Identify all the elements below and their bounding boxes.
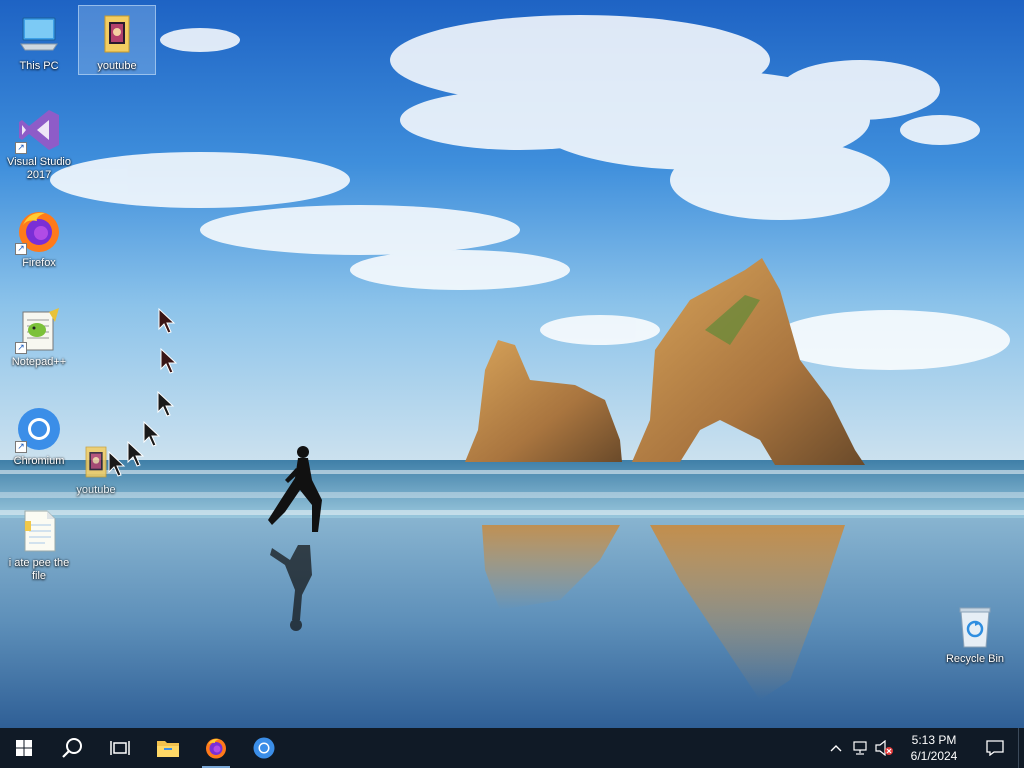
chromium-icon: ↗ <box>15 405 63 453</box>
this-pc-icon <box>15 10 63 58</box>
shortcut-arrow-icon: ↗ <box>15 441 27 453</box>
search-icon <box>62 738 82 758</box>
desktop-icon-label: youtube <box>76 484 116 496</box>
desktop-icon-label: This PC <box>19 60 59 72</box>
desktop-icon-youtube-folder[interactable]: youtube <box>78 5 156 75</box>
volume-button[interactable] <box>872 728 896 768</box>
windows-start-icon <box>16 740 32 756</box>
system-tray: 5:13 PM 6/1/2024 <box>824 728 1024 768</box>
show-hidden-icons-button[interactable] <box>824 728 848 768</box>
chevron-up-icon <box>830 745 842 752</box>
mouse-cursor-icon <box>157 391 175 417</box>
network-button[interactable] <box>848 728 872 768</box>
mouse-cursor-icon <box>160 348 178 374</box>
desktop-icon-recycle-bin[interactable]: Recycle Bin <box>937 599 1013 666</box>
chromium-icon <box>253 737 275 759</box>
volume-muted-icon <box>875 740 893 756</box>
desktop-icon-notepad-plus-plus[interactable]: ↗ Notepad++ <box>1 302 77 369</box>
network-icon <box>853 741 867 755</box>
start-button[interactable] <box>0 728 48 768</box>
notepad-plus-plus-icon: ↗ <box>15 306 63 354</box>
mouse-cursor-icon <box>127 441 145 467</box>
text-file-icon <box>15 507 63 555</box>
shortcut-arrow-icon: ↗ <box>15 342 27 354</box>
desktop-icon-text-file[interactable]: i ate pee the file <box>1 503 77 583</box>
desktop-icon-label: Firefox <box>22 257 56 269</box>
taskbar-clock[interactable]: 5:13 PM 6/1/2024 <box>896 732 972 764</box>
firefox-icon: ↗ <box>15 207 63 255</box>
desktop-icon-label: youtube <box>97 60 137 72</box>
desktop-icon-visual-studio[interactable]: ↗ Visual Studio 2017 <box>1 102 77 182</box>
taskbar: 5:13 PM 6/1/2024 <box>0 728 1024 768</box>
desktop-wallpaper <box>0 0 1024 728</box>
taskbar-chromium[interactable] <box>240 728 288 768</box>
recycle-bin-icon <box>951 603 999 651</box>
taskbar-file-explorer[interactable] <box>144 728 192 768</box>
mouse-cursor-icon <box>158 308 176 334</box>
task-view-icon <box>110 741 130 755</box>
firefox-icon <box>206 738 226 759</box>
taskbar-firefox[interactable] <box>192 728 240 768</box>
visual-studio-icon: ↗ <box>15 106 63 154</box>
action-center-button[interactable] <box>972 728 1018 768</box>
shortcut-arrow-icon: ↗ <box>15 243 27 255</box>
task-view-button[interactable] <box>96 728 144 768</box>
show-desktop-button[interactable] <box>1018 728 1024 768</box>
desktop-icon-label: i ate pee the file <box>8 557 70 582</box>
desktop-icon-label: Notepad++ <box>11 356 67 368</box>
desktop-icon-label: Recycle Bin <box>945 653 1005 665</box>
shortcut-arrow-icon: ↗ <box>15 142 27 154</box>
clock-date: 6/1/2024 <box>910 749 958 763</box>
mouse-cursor-icon <box>108 451 126 477</box>
desktop-icon-this-pc[interactable]: This PC <box>1 6 77 73</box>
desktop-icon-label: Visual Studio 2017 <box>6 156 71 181</box>
folder-icon <box>93 10 141 58</box>
notification-icon <box>986 740 1004 756</box>
desktop-icon-firefox[interactable]: ↗ Firefox <box>1 203 77 270</box>
search-button[interactable] <box>48 728 96 768</box>
file-explorer-icon <box>157 741 179 757</box>
clock-time: 5:13 PM <box>911 733 957 747</box>
